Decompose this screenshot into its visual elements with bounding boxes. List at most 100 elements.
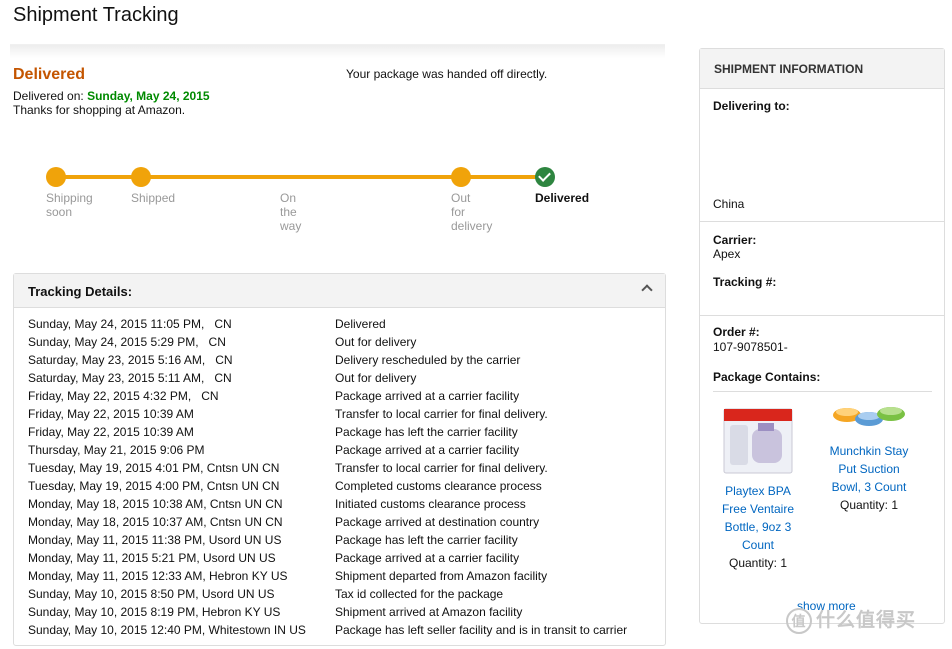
event-description: Package arrived at destination country: [335, 515, 540, 529]
package-item: Playtex BPA Free Ventaire Bottle, 9oz 3 …: [714, 403, 802, 572]
event-datetime-location: Tuesday, May 19, 2015 4:01 PM, Cntsn UN …: [28, 461, 280, 475]
event-description: Tax id collected for the package: [335, 587, 504, 601]
progress-track: [55, 175, 545, 179]
event-datetime-location: Sunday, May 10, 2015 12:40 PM, Whitestow…: [28, 623, 306, 637]
table-row: Thursday, May 21, 2015 9:06 PM Package ar…: [28, 443, 627, 461]
event-description: Transfer to local carrier for final deli…: [335, 407, 548, 421]
delivered-on-line: Delivered on: Sunday, May 24, 2015: [13, 89, 210, 103]
divider: [700, 221, 944, 222]
table-row: Sunday, May 10, 2015 12:40 PM, Whitestow…: [28, 623, 627, 641]
event-datetime-location: Sunday, May 10, 2015 8:19 PM, Hebron KY …: [28, 605, 281, 619]
event-datetime-location: Monday, May 11, 2015 12:33 AM, Hebron KY…: [28, 569, 288, 583]
event-description: Package has left the carrier facility: [335, 533, 518, 547]
event-datetime-location: Friday, May 22, 2015 10:39 AM: [28, 425, 194, 439]
event-datetime-location: Tuesday, May 19, 2015 4:00 PM, Cntsn UN …: [28, 479, 280, 493]
table-row: Monday, May 11, 2015 5:21 PM, Usord UN U…: [28, 551, 627, 569]
carrier-name: Apex: [713, 247, 741, 261]
tracking-details-title: Tracking Details:: [28, 284, 133, 299]
table-row: Sunday, May 24, 2015 11:05 PM, CN Deliver…: [28, 317, 627, 335]
watermark-logo-icon: 值: [786, 607, 812, 634]
delivery-status-headline: Delivered: [13, 66, 86, 83]
delivered-on-date: Sunday, May 24, 2015: [87, 89, 210, 103]
checkmark-icon: [535, 167, 555, 187]
event-description: Package arrived at a carrier facility: [335, 551, 520, 565]
event-datetime-location: Sunday, May 24, 2015 5:29 PM, CN: [28, 335, 226, 349]
carrier-label: Carrier:: [713, 233, 757, 247]
event-datetime-location: Monday, May 11, 2015 11:38 PM, Usord UN …: [28, 533, 282, 547]
delivery-country: China: [713, 197, 745, 211]
table-row: Monday, May 11, 2015 12:33 AM, Hebron KY…: [28, 569, 627, 587]
shipment-information-header: SHIPMENT INFORMATION: [700, 49, 944, 89]
title-divider: [10, 44, 665, 58]
event-description: Completed customs clearance process: [335, 479, 542, 493]
step-label-shipping-soon: Shipping soon: [46, 191, 93, 219]
site-watermark: 值什么值得买: [786, 605, 916, 634]
divider: [713, 391, 932, 392]
item-name-link[interactable]: Munchkin Stay Put Suction Bowl, 3 Count: [822, 442, 916, 496]
table-row: Friday, May 22, 2015 10:39 AM Transfer to…: [28, 407, 627, 425]
table-row: Tuesday, May 19, 2015 4:01 PM, Cntsn UN …: [28, 461, 627, 479]
step-label-out-for-delivery: Out for delivery: [451, 191, 493, 233]
event-datetime-location: Friday, May 22, 2015 4:32 PM, CN: [28, 389, 219, 403]
chevron-up-icon[interactable]: [641, 284, 653, 296]
table-row: Monday, May 18, 2015 10:38 AM, Cntsn UN …: [28, 497, 627, 515]
event-description: Out for delivery: [335, 371, 417, 385]
event-description: Initiated customs clearance process: [335, 497, 526, 511]
tracking-events-list: Sunday, May 24, 2015 11:05 PM, CN Deliver…: [28, 317, 627, 641]
item-quantity: Quantity: 1: [728, 556, 788, 570]
event-datetime-location: Monday, May 11, 2015 5:21 PM, Usord UN U…: [28, 551, 276, 565]
package-contains-label: Package Contains:: [713, 370, 821, 384]
tracking-details-header[interactable]: Tracking Details:: [14, 274, 665, 308]
event-description: Transfer to local carrier for final deli…: [335, 461, 548, 475]
table-row: Monday, May 11, 2015 11:38 PM, Usord UN …: [28, 533, 627, 551]
step-label-shipped: Shipped: [131, 191, 176, 205]
item-name-link[interactable]: Playtex BPA Free Ventaire Bottle, 9oz 3 …: [714, 482, 802, 554]
page-title: Shipment Tracking: [13, 4, 179, 26]
event-datetime-location: Monday, May 18, 2015 10:37 AM, Cntsn UN …: [28, 515, 283, 529]
suction-bowls-image[interactable]: [827, 399, 911, 433]
step-dot-out-for-delivery: [451, 167, 471, 187]
divider: [700, 315, 944, 316]
event-datetime-location: Saturday, May 23, 2015 5:11 AM, CN: [28, 371, 232, 385]
event-description: Package has left seller facility and is …: [335, 623, 628, 637]
order-number-label: Order #:: [713, 325, 760, 339]
event-description: Package arrived at a carrier facility: [335, 389, 520, 403]
order-number: 107-9078501-: [713, 340, 788, 354]
event-datetime-location: Sunday, May 24, 2015 11:05 PM, CN: [28, 317, 232, 331]
event-datetime-location: Friday, May 22, 2015 10:39 AM: [28, 407, 194, 421]
event-datetime-location: Thursday, May 21, 2015 9:06 PM: [28, 443, 205, 457]
handoff-note: Your package was handed off directly.: [346, 67, 548, 81]
event-description: Out for delivery: [335, 335, 417, 349]
package-item: Munchkin Stay Put Suction Bowl, 3 Count …: [822, 399, 916, 514]
table-row: Tuesday, May 19, 2015 4:00 PM, Cntsn UN …: [28, 479, 627, 497]
table-row: Sunday, May 10, 2015 8:19 PM, Hebron KY …: [28, 605, 627, 623]
event-datetime-location: Saturday, May 23, 2015 5:16 AM, CN: [28, 353, 233, 367]
step-dot-shipped: [131, 167, 151, 187]
tracking-number-label: Tracking #:: [713, 275, 777, 289]
table-row: Saturday, May 23, 2015 5:16 AM, CN Delive…: [28, 353, 627, 371]
step-dot-shipping-soon: [46, 167, 66, 187]
event-datetime-location: Sunday, May 10, 2015 8:50 PM, Usord UN U…: [28, 587, 275, 601]
table-row: Friday, May 22, 2015 4:32 PM, CN Package …: [28, 389, 627, 407]
table-row: Monday, May 18, 2015 10:37 AM, Cntsn UN …: [28, 515, 627, 533]
shipment-information-panel: SHIPMENT INFORMATION Delivering to: Chin…: [699, 48, 945, 624]
table-row: Sunday, May 10, 2015 8:50 PM, Usord UN U…: [28, 587, 627, 605]
event-description: Shipment arrived at Amazon facility: [335, 605, 523, 619]
event-description: Package arrived at a carrier facility: [335, 443, 520, 457]
step-label-delivered: Delivered: [535, 191, 590, 205]
thanks-message: Thanks for shopping at Amazon.: [13, 103, 186, 117]
event-description: Package has left the carrier facility: [335, 425, 518, 439]
item-quantity: Quantity: 1: [839, 498, 899, 512]
watermark-text: 什么值得买: [816, 610, 917, 631]
delivering-to-label: Delivering to:: [713, 99, 790, 113]
tracking-details-panel: Tracking Details: Sunday, May 24, 2015 1…: [13, 273, 666, 646]
baby-bottle-box-image[interactable]: [720, 403, 796, 477]
event-datetime-location: Monday, May 18, 2015 10:38 AM, Cntsn UN …: [28, 497, 283, 511]
table-row: Sunday, May 24, 2015 5:29 PM, CN Out for …: [28, 335, 627, 353]
event-description: Shipment departed from Amazon facility: [335, 569, 548, 583]
delivered-on-label: Delivered on:: [13, 89, 84, 103]
event-description: Delivery rescheduled by the carrier: [335, 353, 521, 367]
table-row: Saturday, May 23, 2015 5:11 AM, CN Out fo…: [28, 371, 627, 389]
event-description: Delivered: [335, 317, 386, 331]
step-label-on-the-way: On the way: [280, 191, 302, 233]
